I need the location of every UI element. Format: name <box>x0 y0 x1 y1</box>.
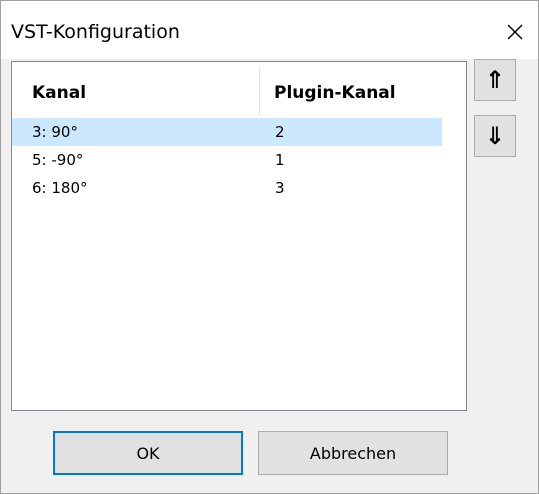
cell-kanal: 3: 90° <box>32 123 78 141</box>
close-icon <box>507 24 523 40</box>
channel-list[interactable]: Kanal Plugin-Kanal 3: 90° 2 5: -90° 1 6:… <box>11 61 467 411</box>
close-button[interactable] <box>492 13 538 51</box>
table-row[interactable]: 6: 180° 3 <box>12 174 442 202</box>
cell-plugin-kanal: 3 <box>275 179 285 197</box>
cell-plugin-kanal: 1 <box>275 151 285 169</box>
double-arrow-down-icon: ⇓ <box>484 122 506 150</box>
vst-config-dialog: VST-Konfiguration Kanal Plugin-Kanal 3: … <box>0 0 539 494</box>
table-row[interactable]: 3: 90° 2 <box>12 118 442 146</box>
cell-plugin-kanal: 2 <box>275 123 285 141</box>
cell-kanal: 5: -90° <box>32 151 84 169</box>
window-title: VST-Konfiguration <box>11 21 180 43</box>
dialog-body: Kanal Plugin-Kanal 3: 90° 2 5: -90° 1 6:… <box>1 59 538 493</box>
double-arrow-up-icon: ⇑ <box>484 66 506 94</box>
move-up-button[interactable]: ⇑ <box>474 59 516 101</box>
title-bar: VST-Konfiguration <box>1 1 538 59</box>
table-row[interactable]: 5: -90° 1 <box>12 146 442 174</box>
column-header-plugin-kanal[interactable]: Plugin-Kanal <box>274 83 396 103</box>
cancel-button[interactable]: Abbrechen <box>258 431 448 475</box>
ok-button-label: OK <box>136 443 160 463</box>
cancel-button-label: Abbrechen <box>309 443 397 463</box>
column-divider[interactable] <box>259 66 260 116</box>
list-header: Kanal Plugin-Kanal <box>12 62 466 118</box>
cell-kanal: 6: 180° <box>32 179 88 197</box>
column-header-kanal[interactable]: Kanal <box>32 83 86 103</box>
move-down-button[interactable]: ⇓ <box>474 115 516 157</box>
ok-button[interactable]: OK <box>53 431 243 475</box>
